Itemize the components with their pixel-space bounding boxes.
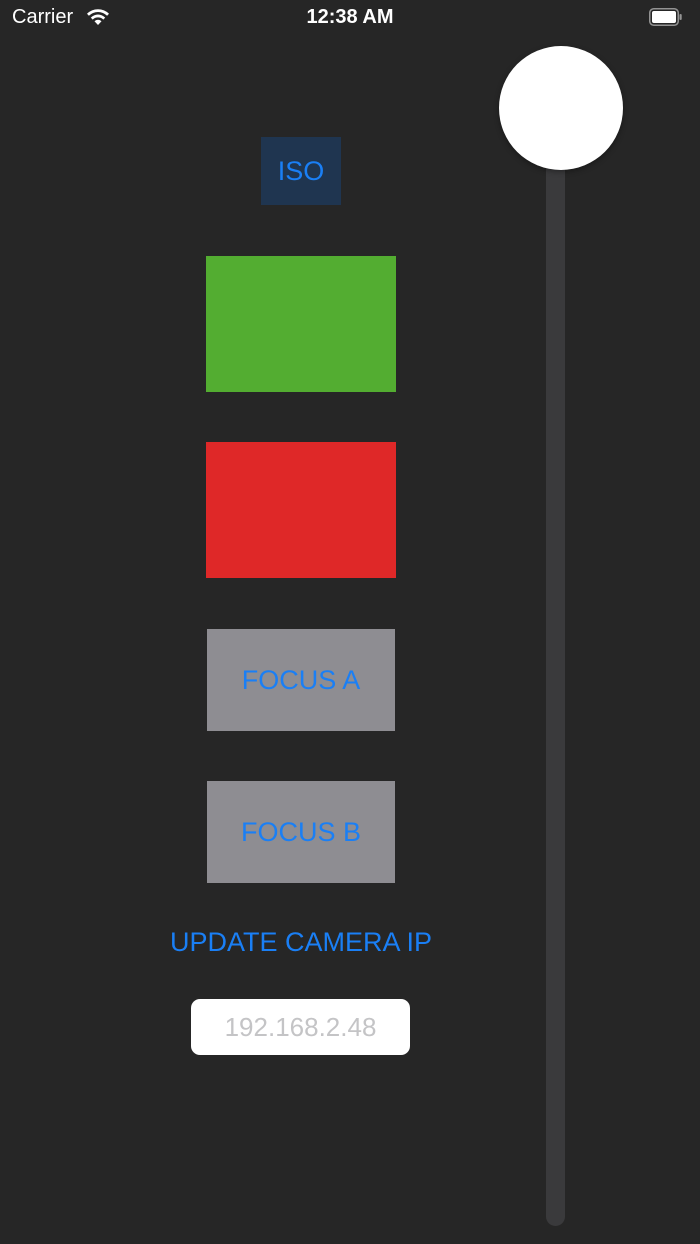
camera-control-screen: Carrier 12:38 AM ISO FOCUS A FOCUS B UPD…	[0, 0, 700, 1244]
update-camera-ip-button[interactable]: UPDATE CAMERA IP	[150, 920, 452, 964]
iso-button[interactable]: ISO	[261, 137, 341, 205]
camera-ip-input[interactable]	[191, 999, 410, 1055]
battery-icon	[649, 8, 683, 26]
green-button[interactable]	[206, 256, 396, 392]
focus-a-button[interactable]: FOCUS A	[207, 629, 395, 731]
red-button[interactable]	[206, 442, 396, 578]
status-bar: Carrier 12:38 AM	[0, 0, 700, 36]
focus-b-button[interactable]: FOCUS B	[207, 781, 395, 883]
vertical-slider-thumb[interactable]	[499, 46, 623, 170]
vertical-slider-track[interactable]	[546, 160, 565, 1226]
status-time: 12:38 AM	[306, 6, 394, 28]
